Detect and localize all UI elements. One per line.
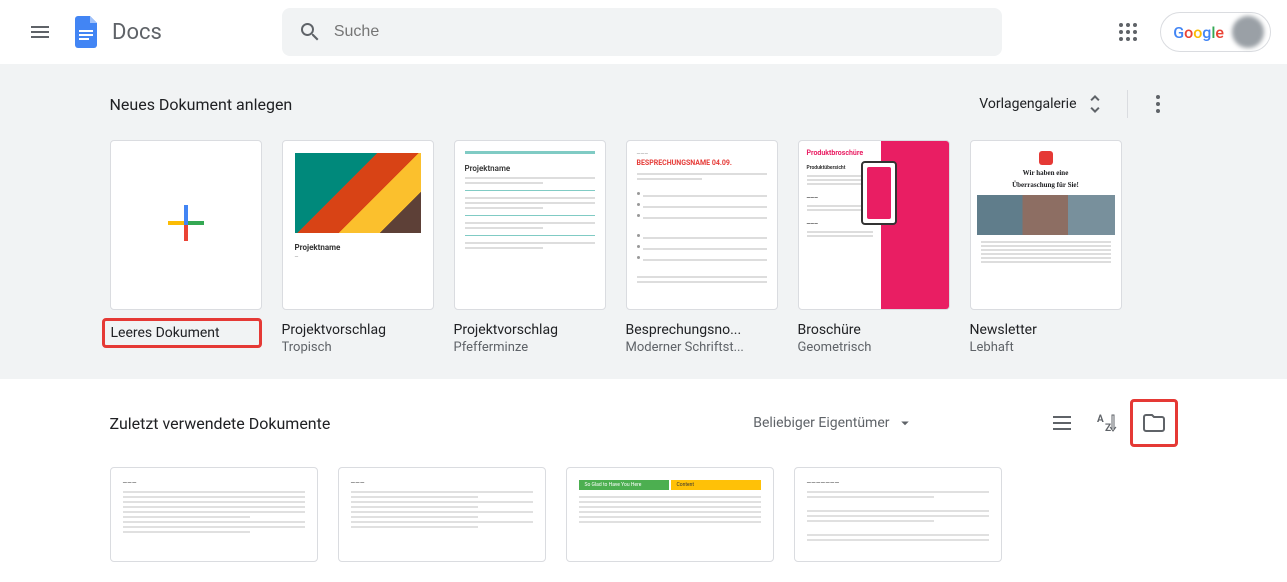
template-title: Projektvorschlag [454, 322, 606, 338]
template-title: Besprechungsno... [626, 322, 778, 338]
templates-head: Neues Dokument anlegen Vorlagengalerie [110, 80, 1178, 128]
view-controls: AZ [1042, 399, 1178, 447]
list-icon [1050, 411, 1074, 435]
template-brochure-thumb: Produktbroschüre Produktübersicht ——— ——… [798, 140, 950, 310]
google-logo: Google [1173, 23, 1224, 42]
gallery-label: Vorlagengalerie [979, 96, 1076, 112]
template-pfeffer-thumb: Projektname [454, 140, 606, 310]
template-brochure[interactable]: Produktbroschüre Produktübersicht ——— ——… [798, 140, 950, 355]
templates-title: Neues Dokument anlegen [110, 95, 293, 114]
recent-section: Zuletzt verwendete Dokumente Beliebiger … [0, 379, 1287, 582]
template-meeting-thumb: ——— BESPRECHUNGSNAME 04.09. [626, 140, 778, 310]
sort-az-icon: AZ [1094, 411, 1118, 435]
template-sub: Moderner Schriftst... [626, 340, 778, 355]
app-name: Docs [112, 20, 162, 45]
template-title: Broschüre [798, 322, 950, 338]
folder-icon [1142, 411, 1166, 435]
recent-row: ——— ——— So Glad to Have You HereContent … [110, 467, 1178, 562]
template-news-thumb: Wir haben eine Überraschung für Sie! [970, 140, 1122, 310]
hamburger-icon [28, 20, 52, 44]
account-chip[interactable]: Google [1160, 12, 1271, 52]
recent-title: Zuletzt verwendete Dokumente [110, 414, 746, 433]
main-menu-button[interactable] [16, 8, 64, 56]
templates-row: Leeres Dokument Projektname — Projektvor… [110, 140, 1178, 355]
list-view-button[interactable] [1042, 403, 1082, 443]
app-header: Docs Google [0, 0, 1287, 64]
owner-filter[interactable]: Beliebiger Eigentümer [745, 406, 921, 440]
templates-section: Neues Dokument anlegen Vorlagengalerie [0, 64, 1287, 379]
recent-doc-4[interactable]: ——————— [794, 467, 1002, 562]
template-tropisch-thumb: Projektname — [282, 140, 434, 310]
template-title: Projektvorschlag [282, 322, 434, 338]
apps-grid-icon [1116, 20, 1140, 44]
template-pfefferminze[interactable]: Projektname Projektvorschlag Pfefferminz… [454, 140, 606, 355]
plus-icon [162, 199, 210, 251]
docs-logo-icon [68, 14, 104, 50]
open-file-picker-button[interactable] [1130, 399, 1178, 447]
template-gallery-button[interactable]: Vorlagengalerie [969, 84, 1116, 124]
more-vert-icon [1146, 92, 1170, 116]
template-sub: Pfefferminze [454, 340, 606, 355]
template-sub: Tropisch [282, 340, 434, 355]
template-sub: Lebhaft [970, 340, 1122, 355]
owner-label: Beliebiger Eigentümer [753, 415, 889, 431]
search-box[interactable] [282, 8, 1002, 56]
templates-more-button[interactable] [1138, 84, 1178, 124]
template-newsletter[interactable]: Wir haben eine Überraschung für Sie! New… [970, 140, 1122, 355]
recent-head: Zuletzt verwendete Dokumente Beliebiger … [110, 399, 1178, 447]
svg-text:Z: Z [1105, 423, 1111, 434]
google-apps-button[interactable] [1108, 12, 1148, 52]
header-right: Google [1108, 12, 1271, 52]
app-logo-area[interactable]: Docs [68, 14, 162, 50]
svg-text:A: A [1097, 414, 1104, 425]
recent-doc-2[interactable]: ——— [338, 467, 546, 562]
template-title: Newsletter [970, 322, 1122, 338]
recent-doc-3[interactable]: So Glad to Have You HereContent [566, 467, 774, 562]
dropdown-icon [896, 414, 914, 432]
template-blank[interactable]: Leeres Dokument [110, 140, 262, 355]
template-tropisch[interactable]: Projektname — Projektvorschlag Tropisch [282, 140, 434, 355]
recent-doc-1[interactable]: ——— [110, 467, 318, 562]
template-blank-title: Leeres Dokument [102, 318, 262, 348]
search-icon [298, 20, 322, 44]
template-blank-thumb [110, 140, 262, 310]
search-input[interactable] [334, 23, 986, 41]
template-meeting[interactable]: ——— BESPRECHUNGSNAME 04.09. Besprechungs… [626, 140, 778, 355]
search-wrap [282, 8, 1108, 56]
divider [1127, 90, 1128, 118]
sort-button[interactable]: AZ [1086, 403, 1126, 443]
user-avatar [1232, 16, 1264, 48]
unfold-icon [1083, 92, 1107, 116]
template-sub: Geometrisch [798, 340, 950, 355]
